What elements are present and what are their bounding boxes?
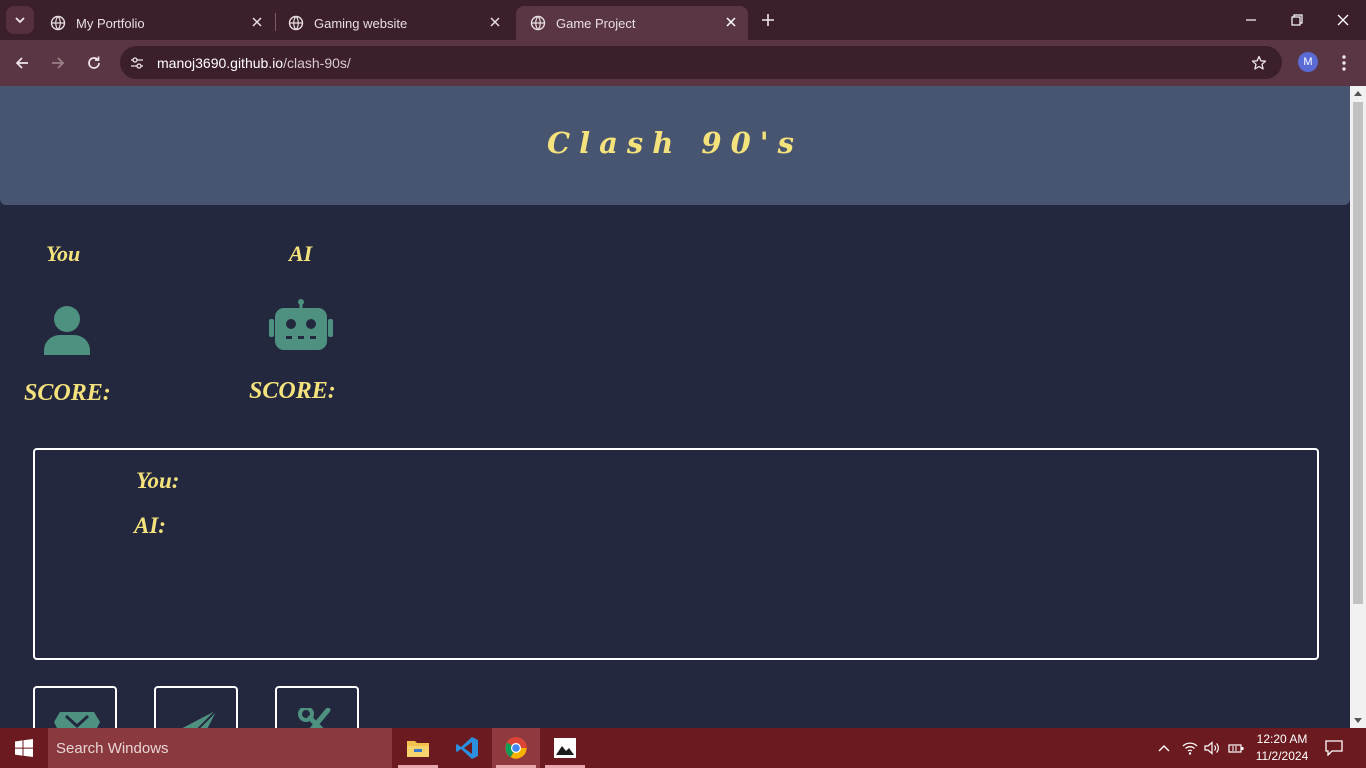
result-you-label: You: [136, 468, 180, 493]
minimize-icon [1246, 19, 1256, 21]
taskbar-file-explorer[interactable] [394, 728, 442, 768]
taskbar-chrome[interactable] [492, 728, 540, 768]
scissors-icon [298, 708, 331, 728]
ai-score-label: SCORE: [249, 378, 336, 404]
tab-title: Game Project [556, 15, 636, 31]
page-scrollbar[interactable] [1350, 86, 1366, 728]
paper-button[interactable] [154, 686, 238, 728]
network-status[interactable] [1180, 728, 1200, 768]
close-tab-button[interactable] [248, 13, 266, 31]
rock-icon [54, 712, 100, 728]
tab-search-button[interactable] [6, 6, 34, 34]
url-text: manoj3690.github.io/clash-90s/ [157, 55, 351, 71]
browser-tab-strip: My Portfolio Gaming website Game Project [0, 0, 1366, 40]
arrow-right-icon [52, 57, 65, 69]
battery-icon [1228, 744, 1244, 753]
close-window-button[interactable] [1320, 0, 1366, 40]
globe-icon [530, 15, 546, 31]
scrollbar-thumb[interactable] [1353, 102, 1363, 604]
clock-time: 12:20 AM [1256, 732, 1308, 746]
back-button[interactable] [10, 51, 34, 75]
chevron-down-icon [15, 17, 25, 24]
folder-icon [407, 741, 429, 757]
wifi-icon [1182, 742, 1198, 755]
close-tab-button[interactable] [486, 13, 504, 31]
chevron-up-icon [1158, 745, 1170, 752]
tune-icon [131, 57, 143, 69]
search-placeholder: Search Windows [56, 739, 169, 757]
taskbar-photos[interactable] [541, 728, 589, 768]
clock-date: 11/2/2024 [1255, 749, 1309, 763]
battery-status[interactable] [1226, 728, 1246, 768]
restore-icon [1291, 14, 1303, 26]
volume-icon [1204, 741, 1219, 755]
scroll-down-arrow[interactable] [1354, 718, 1362, 723]
browser-menu-button[interactable] [1334, 52, 1354, 74]
windows-logo-icon [15, 739, 33, 757]
browser-toolbar: manoj3690.github.io/clash-90s/ M [0, 40, 1366, 86]
more-vert-icon [1342, 55, 1346, 71]
photos-icon [554, 738, 576, 758]
site-info-button[interactable] [128, 54, 146, 72]
close-icon [1337, 14, 1349, 26]
forward-button[interactable] [46, 51, 70, 75]
tab-gaming-website[interactable]: Gaming website [274, 6, 512, 40]
url-path: /clash-90s/ [283, 55, 351, 71]
vscode-icon [456, 737, 478, 759]
taskbar-vscode[interactable] [443, 728, 491, 768]
paper-icon [182, 709, 218, 728]
notification-icon [1325, 740, 1343, 756]
player-score-label: SCORE: [24, 380, 111, 406]
page-viewport: Clash 90's You SCORE: AI SCORE: You: AI: [0, 86, 1350, 728]
game-title: Clash 90's [547, 126, 803, 160]
new-tab-button[interactable] [756, 8, 780, 32]
game-header: Clash 90's [0, 86, 1350, 205]
show-hidden-icons-button[interactable] [1154, 728, 1174, 768]
chrome-icon [505, 737, 527, 759]
result-panel: You: AI: [33, 448, 1319, 660]
user-icon [44, 306, 90, 355]
address-bar[interactable]: manoj3690.github.io/clash-90s/ [120, 46, 1282, 79]
scroll-up-arrow[interactable] [1354, 91, 1362, 96]
windows-taskbar: Search Windows 12:20 AM 11/2/2024 [0, 728, 1366, 768]
ai-label: AI [289, 241, 313, 266]
bookmark-button[interactable] [1250, 54, 1268, 72]
close-icon [252, 17, 262, 27]
globe-icon [288, 15, 304, 31]
robot-icon [269, 299, 333, 350]
rock-button[interactable] [33, 686, 117, 728]
result-ai-label: AI: [134, 513, 166, 538]
url-host: manoj3690.github.io [157, 55, 284, 71]
star-icon [1251, 55, 1267, 70]
player-label: You [46, 241, 81, 266]
tab-title: Gaming website [314, 15, 408, 31]
close-tab-button[interactable] [722, 13, 740, 31]
tab-game-project[interactable]: Game Project [516, 6, 748, 40]
scissors-button[interactable] [275, 686, 359, 728]
taskbar-search[interactable]: Search Windows [48, 728, 392, 768]
profile-avatar[interactable]: M [1298, 52, 1318, 72]
close-icon [726, 17, 736, 27]
volume-control[interactable] [1202, 728, 1222, 768]
plus-icon [762, 14, 774, 26]
close-icon [490, 17, 500, 27]
start-button[interactable] [0, 728, 48, 768]
arrow-left-icon [15, 57, 28, 69]
restore-button[interactable] [1274, 0, 1320, 40]
tab-my-portfolio[interactable]: My Portfolio [36, 6, 274, 40]
action-center-button[interactable] [1322, 728, 1346, 768]
reload-button[interactable] [82, 51, 106, 75]
minimize-button[interactable] [1228, 0, 1274, 40]
reload-icon [88, 56, 100, 69]
tab-title: My Portfolio [76, 15, 145, 31]
globe-icon [50, 15, 66, 31]
taskbar-clock[interactable]: 12:20 AM 11/2/2024 [1250, 731, 1314, 765]
